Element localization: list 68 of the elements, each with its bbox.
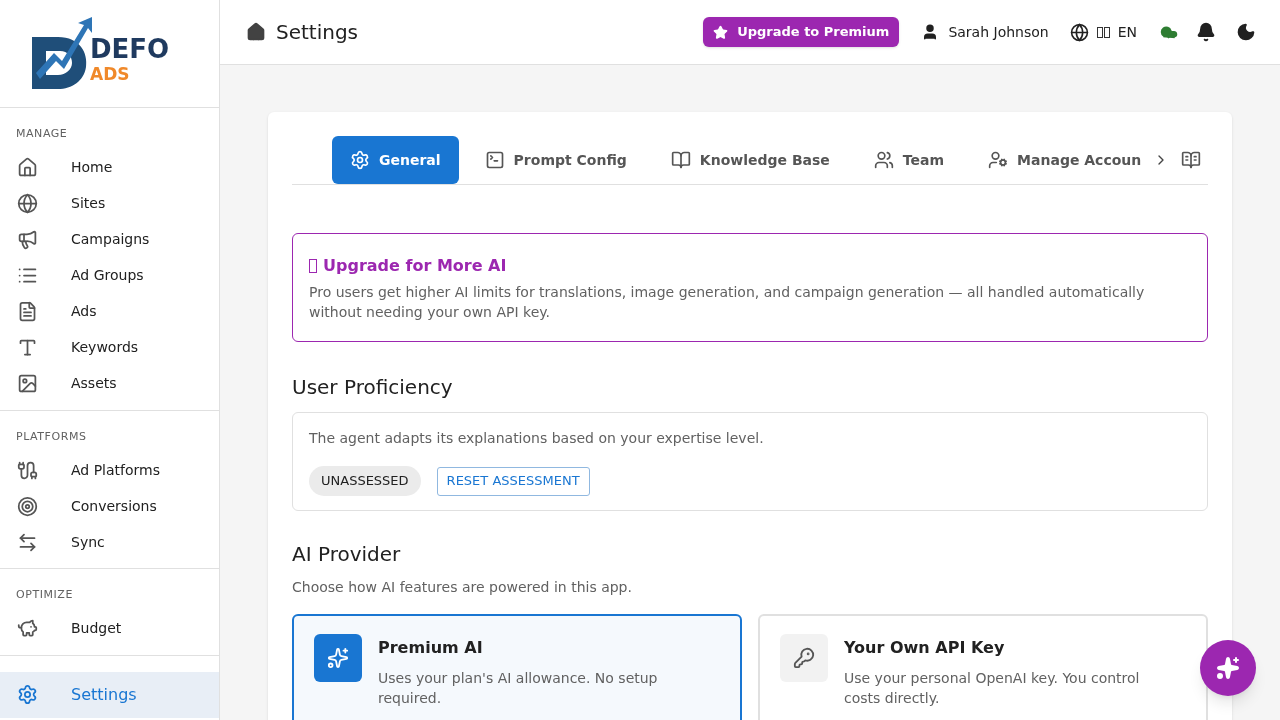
book-icon — [1181, 150, 1202, 170]
reset-button[interactable]: RESET ASSESSMENT — [436, 466, 590, 496]
globe-icon — [1069, 22, 1089, 42]
sparkles-icon — [327, 647, 349, 669]
option-text: Use your personal OpenAI key. You control costs directly. — [844, 669, 1141, 708]
key-icon — [793, 647, 815, 669]
arrows-icon — [17, 531, 38, 553]
nav-item[interactable]: Conversions — [0, 488, 219, 524]
section-title: AI Provider — [292, 541, 402, 568]
tab[interactable]: Manage Accoun — [970, 136, 1160, 184]
missing-glyph-icon — [1096, 26, 1110, 38]
text-icon — [17, 337, 38, 358]
page-title: Settings — [276, 19, 359, 46]
nav-item[interactable]: Sync — [0, 524, 219, 560]
nav-item[interactable]: Ads — [0, 293, 219, 330]
document-icon — [17, 301, 38, 322]
home-icon — [17, 157, 38, 178]
nav-item[interactable]: Home — [0, 149, 219, 186]
notifications-icon[interactable] — [1196, 22, 1216, 42]
option-title: Premium AI — [378, 637, 484, 659]
settings-icon — [350, 150, 370, 170]
star-icon — [713, 24, 729, 40]
proficiency-text: The agent adapts its explanations based on your expertise level. — [309, 429, 765, 448]
plug-icon — [17, 459, 38, 481]
sparkles-icon — [1216, 656, 1240, 680]
user-gear-icon — [988, 150, 1009, 170]
logo-wordmark: DEFO — [90, 36, 170, 62]
nav-item[interactable]: Ad Groups — [0, 257, 219, 294]
section-description: Choose how AI features are powered in this app. — [292, 578, 633, 597]
megaphone-icon — [17, 229, 38, 250]
section-heading: PLATFORMS — [15, 428, 88, 445]
tab[interactable]: Team — [855, 136, 963, 184]
globe-icon — [17, 193, 38, 214]
provider-option[interactable]: Premium AI Uses your plan's AI allowance. No setup required. — [292, 614, 742, 720]
target-icon — [17, 495, 38, 517]
settings-icon — [17, 684, 38, 705]
provider-option[interactable]: Your Own API Key Use your personal OpenAI key. You control costs directly. — [758, 614, 1208, 720]
option-text: Uses your plan's AI allowance. No setup required. — [378, 669, 659, 708]
tab[interactable]: Prompt Config — [466, 136, 645, 184]
nav-item[interactable]: Assets — [0, 365, 219, 402]
assistant-button[interactable] — [1200, 640, 1256, 696]
nav-item[interactable]: Campaigns — [0, 221, 219, 258]
upgrade-button[interactable]: Upgrade to Premium — [703, 17, 900, 47]
terminal-icon — [484, 150, 505, 170]
nav-item[interactable]: Budget — [0, 610, 219, 647]
nav-item[interactable]: Settings — [0, 671, 219, 718]
language-selector[interactable]: EN — [1069, 21, 1137, 43]
missing-glyph-icon — [309, 259, 317, 273]
logo-subtitle: ADS — [90, 66, 131, 83]
piggy-bank-icon — [17, 618, 38, 639]
tab[interactable]: Knowledge Base — [652, 136, 848, 184]
level-chip: UNASSESSED — [309, 466, 421, 496]
nav-item[interactable]: Keywords — [0, 329, 219, 366]
book-icon — [670, 150, 691, 170]
tab[interactable]: General — [332, 136, 459, 184]
banner-title: Upgrade for More AI — [323, 255, 507, 277]
section-title: User Proficiency — [292, 374, 454, 401]
nav-item[interactable]: Sites — [0, 185, 219, 222]
banner-text: Pro users get higher AI limits for translations, image generation, and campaign generation — all handled automatically without needing your own API key. — [309, 283, 1146, 322]
nav-item[interactable]: Ad Platforms — [0, 452, 219, 488]
section-heading: OPTIMIZE — [15, 587, 74, 603]
option-title: Your Own API Key — [844, 637, 1006, 659]
home-icon — [246, 22, 266, 42]
dark-mode-icon[interactable] — [1236, 22, 1256, 42]
user-menu[interactable]: Sarah Johnson — [921, 21, 1049, 43]
image-icon — [17, 373, 38, 394]
section-heading: MANAGE — [15, 126, 69, 142]
people-icon — [873, 150, 894, 170]
